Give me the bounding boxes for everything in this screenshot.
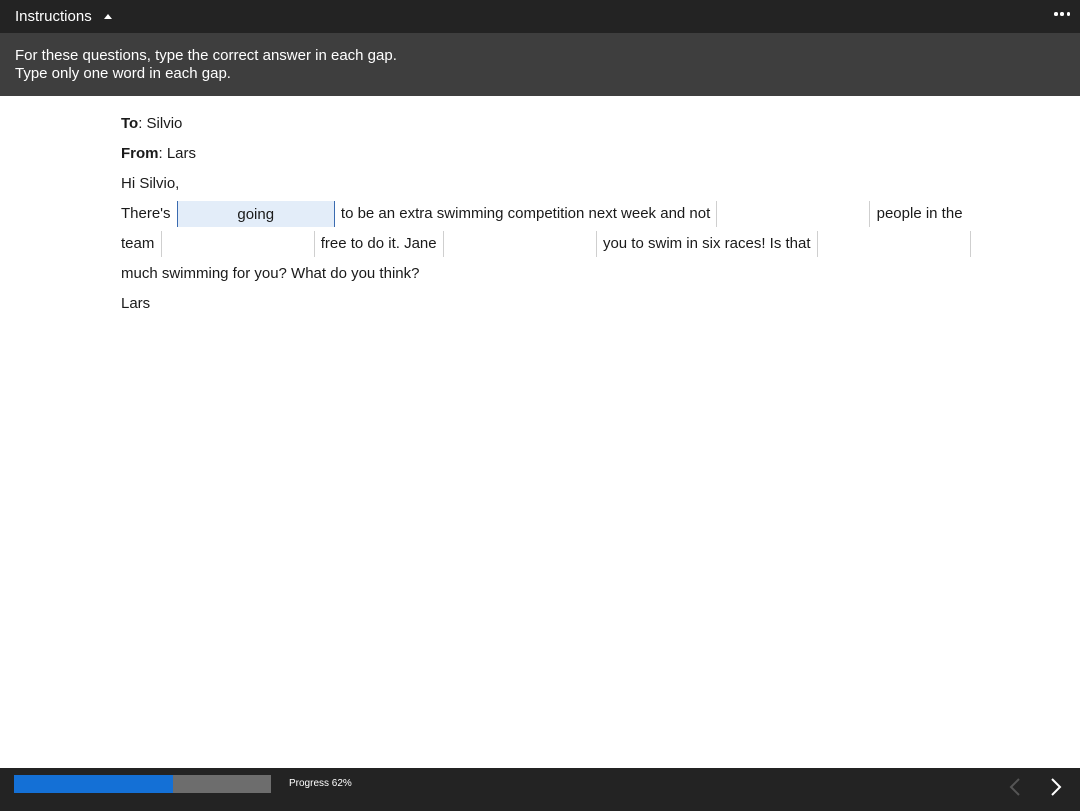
menu-dot: [1054, 12, 1058, 16]
progress-label: Progress 62%: [289, 778, 352, 789]
from-line: From: Lars: [121, 139, 981, 169]
menu-dot: [1060, 12, 1064, 16]
chevron-left-icon[interactable]: [1000, 772, 1030, 802]
instruction-line-2: Type only one word in each gap.: [15, 65, 231, 82]
text-segment-5: you to swim in six races! Is that: [602, 235, 811, 252]
from-label: From: [121, 145, 159, 162]
chevron-right-icon[interactable]: [1042, 772, 1072, 802]
text-segment-6: much swimming for you? What do you think…: [121, 265, 420, 282]
from-value: : Lars: [158, 145, 197, 162]
greeting: Hi Silvio,: [121, 175, 180, 192]
to-value: : Silvio: [138, 115, 183, 132]
gap-4-input[interactable]: [442, 231, 597, 258]
caret-up-icon: [103, 13, 112, 19]
bottom-bar: Progress 62%: [0, 768, 1080, 811]
gap-5-input[interactable]: [816, 231, 971, 258]
text-segment-2: to be an extra swimming competition next…: [340, 205, 711, 222]
text-segment-4: free to do it. Jane: [320, 235, 437, 252]
to-line: To: Silvio: [121, 109, 981, 139]
instruction-line-1: For these questions, type the correct an…: [15, 47, 397, 64]
text-segment-1: There's: [121, 205, 171, 222]
to-label: To: [121, 115, 139, 132]
sign-off: Lars: [121, 295, 151, 312]
gap-1-input[interactable]: [176, 201, 335, 228]
progress-bar: [14, 775, 271, 793]
email-text: To: Silvio From: Lars Hi Silvio, There's…: [121, 109, 981, 319]
instructions-toggle[interactable]: Instructions: [15, 0, 112, 33]
instructions-label: Instructions: [15, 8, 92, 25]
gap-fill-paragraph: There's to be an extra swimming competit…: [121, 199, 981, 289]
top-bar: Instructions: [0, 0, 1080, 33]
gap-2-input[interactable]: [716, 201, 871, 228]
more-icon[interactable]: [1054, 8, 1070, 20]
menu-dot: [1066, 12, 1070, 16]
instructions-panel: For these questions, type the correct an…: [0, 33, 1080, 96]
gap-3-input[interactable]: [160, 231, 315, 258]
progress-fill: [14, 775, 174, 793]
